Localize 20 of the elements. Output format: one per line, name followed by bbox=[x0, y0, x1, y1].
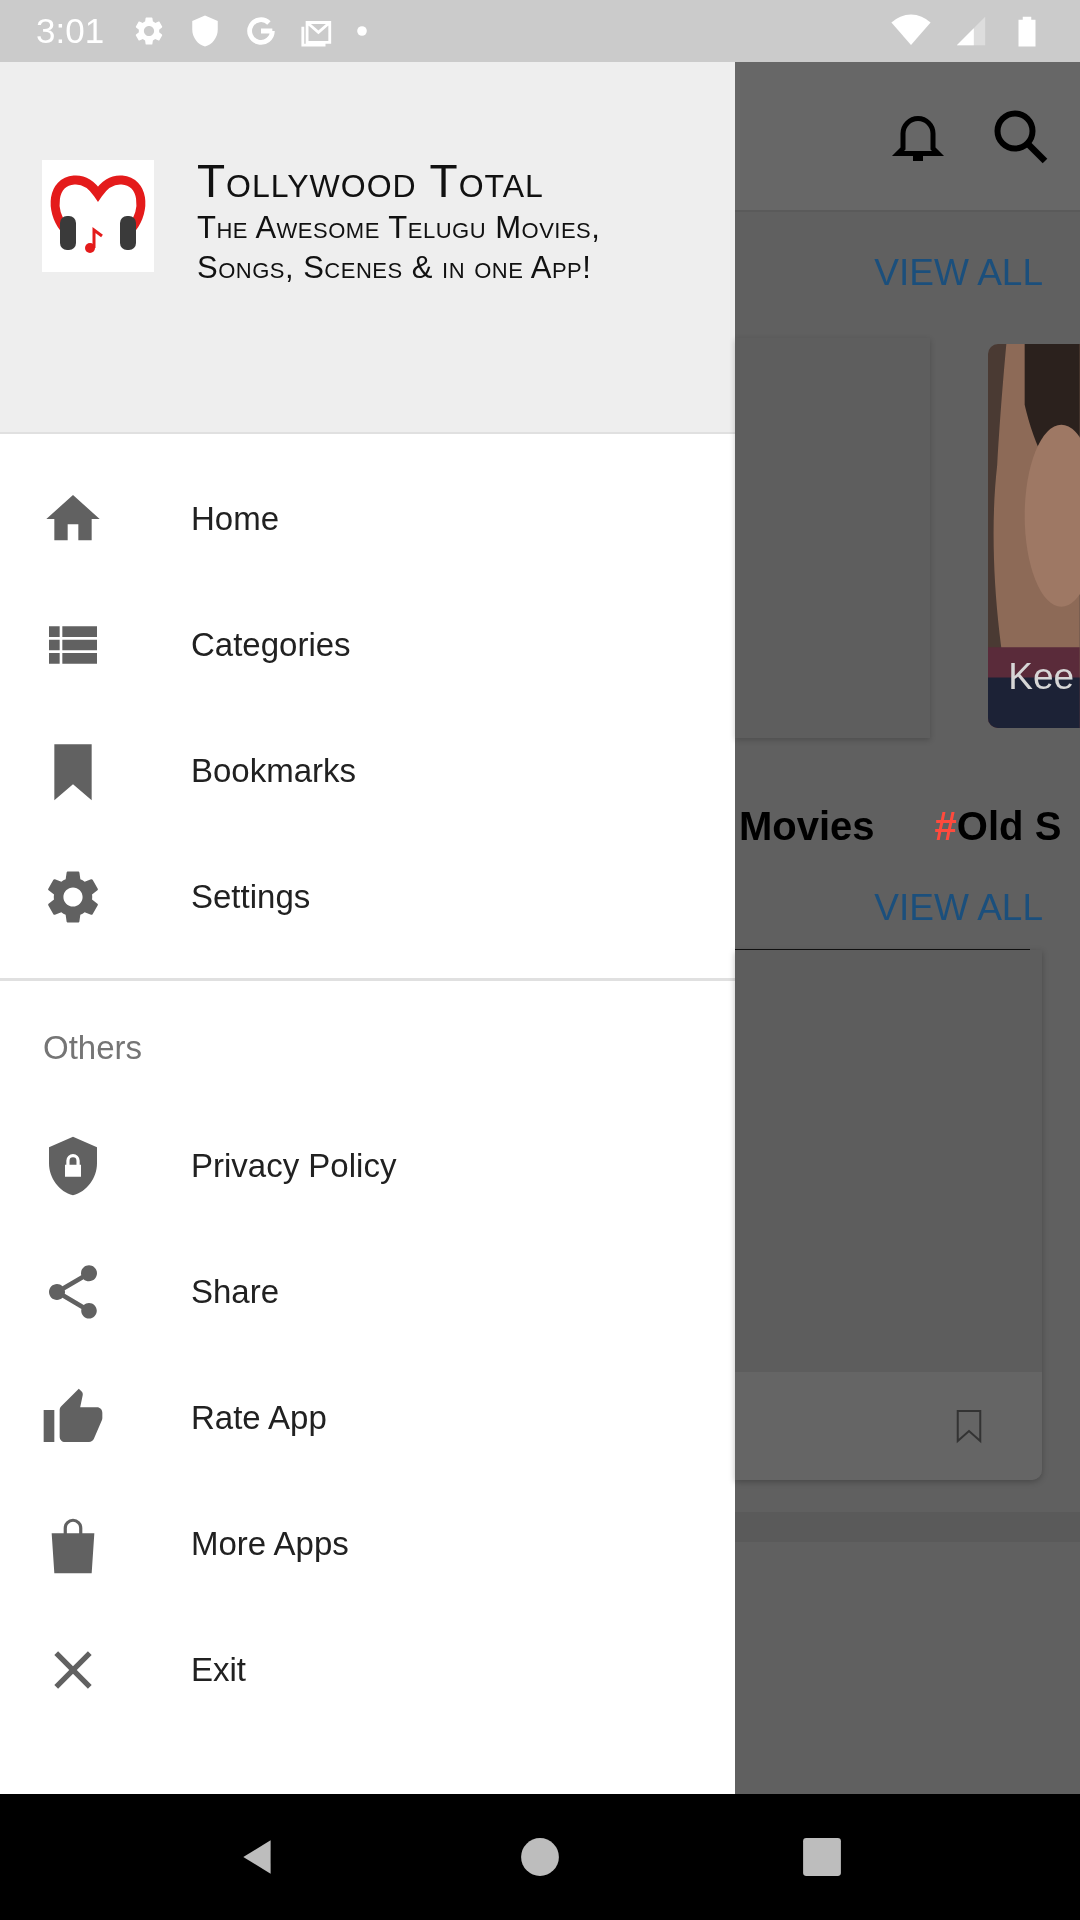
drawer-menu-item[interactable]: Privacy Policy bbox=[0, 1103, 397, 1229]
card-caption: Kee bbox=[1008, 656, 1075, 698]
app-logo-icon bbox=[42, 160, 154, 272]
section-title: Others bbox=[42, 1028, 144, 1068]
drawer-menu-item[interactable]: More Apps bbox=[0, 1481, 349, 1607]
drawer-menu-item[interactable]: Rate App bbox=[0, 1355, 327, 1481]
drawer-menu-item[interactable]: Share bbox=[0, 1229, 280, 1355]
app-tagline: The Awesome Telugu Movies, Songs, Scenes & in one App! bbox=[197, 209, 602, 287]
home-button-icon[interactable] bbox=[519, 1836, 561, 1878]
video-card[interactable]: Kee bbox=[988, 344, 1080, 728]
signal-icon bbox=[954, 14, 988, 48]
recents-icon[interactable] bbox=[801, 1836, 843, 1878]
drawer-menu-item[interactable]: Bookmarks bbox=[0, 708, 357, 834]
notification-dot-icon bbox=[356, 25, 369, 37]
drawer-menu-item[interactable]: Categories bbox=[0, 582, 351, 708]
app-title: Tollywood Total bbox=[197, 154, 545, 208]
drawer-menu-item[interactable]: Exit bbox=[0, 1607, 246, 1733]
bookmark-icon[interactable] bbox=[954, 1407, 984, 1445]
drawer-menu-item[interactable]: Home bbox=[0, 456, 280, 582]
drawer-menu-item[interactable]: Settings bbox=[0, 834, 311, 960]
